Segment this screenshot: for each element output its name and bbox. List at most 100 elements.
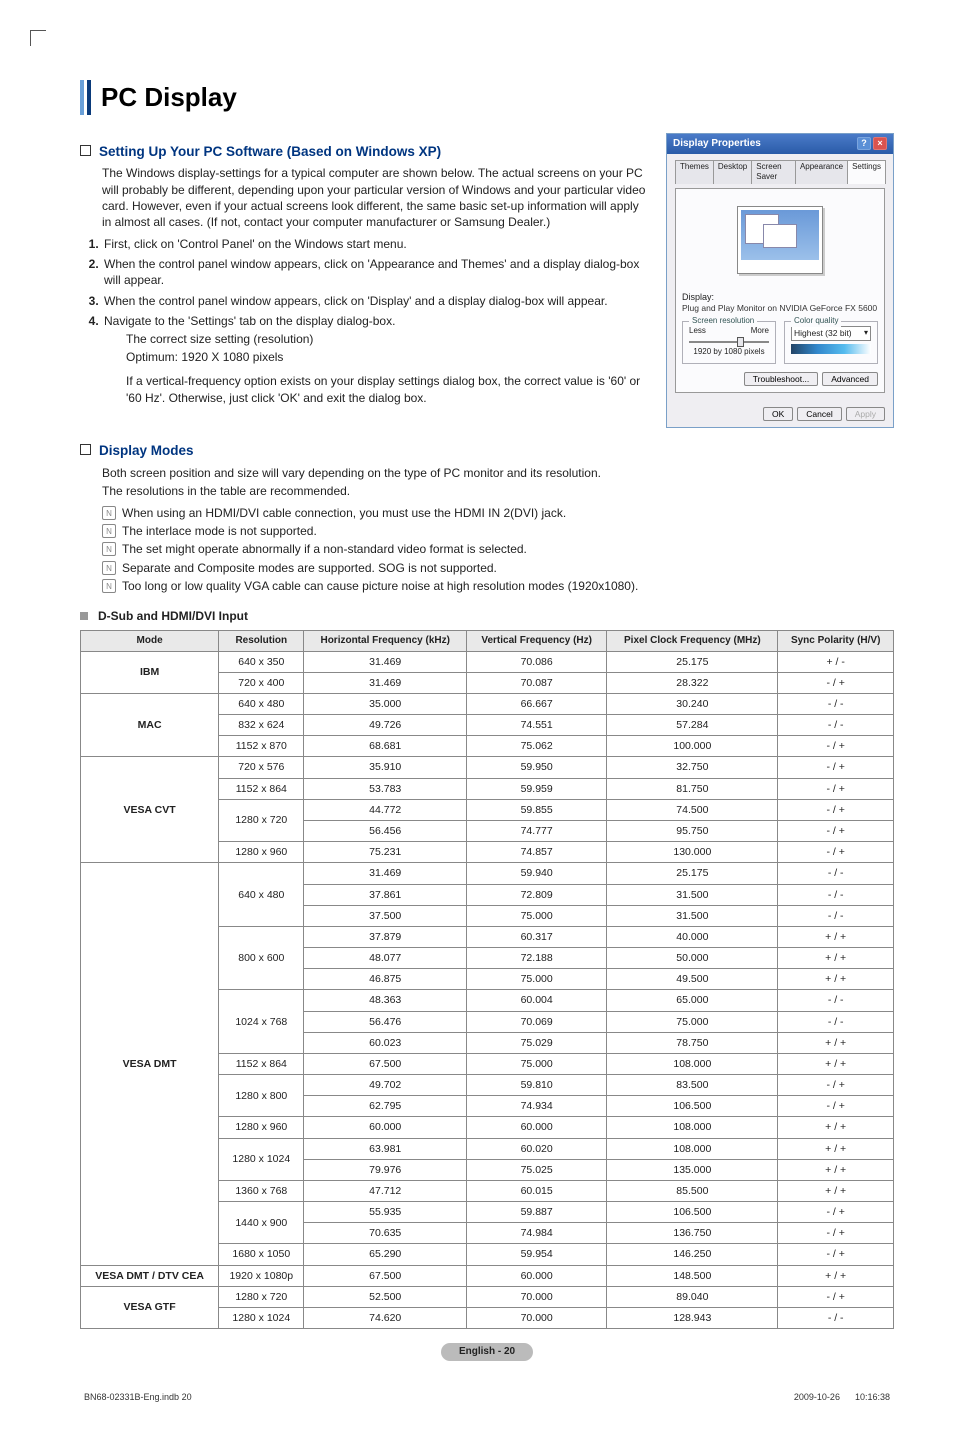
data-cell: 59.950: [466, 757, 606, 778]
data-cell: 60.317: [466, 926, 606, 947]
data-cell: 59.810: [466, 1075, 606, 1096]
table-header: Mode: [81, 631, 219, 652]
display-modes-table: ModeResolutionHorizontal Frequency (kHz)…: [80, 630, 894, 1329]
table-header: Sync Polarity (H/V): [778, 631, 894, 652]
data-cell: 59.959: [466, 778, 606, 799]
apply-button[interactable]: Apply: [846, 407, 885, 421]
data-cell: 59.954: [466, 1244, 606, 1265]
footer-left: BN68-02331B-Eng.indb 20: [84, 1391, 192, 1403]
data-cell: 95.750: [607, 820, 778, 841]
input-heading: D-Sub and HDMI/DVI Input: [98, 608, 248, 624]
data-cell: 49.726: [304, 715, 467, 736]
data-cell: 128.943: [607, 1307, 778, 1328]
step4-sub3: If a vertical-frequency option exists on…: [126, 373, 650, 405]
data-cell: 31.500: [607, 884, 778, 905]
table-row: VESA DMT / DTV CEA1920 x 1080p67.50060.0…: [81, 1265, 894, 1286]
data-cell: 75.000: [466, 905, 606, 926]
data-cell: - / -: [778, 1307, 894, 1328]
step4-sub2: Optimum: 1920 X 1080 pixels: [126, 349, 650, 365]
data-cell: 106.500: [607, 1202, 778, 1223]
help-icon[interactable]: ?: [857, 137, 871, 150]
data-cell: 31.469: [304, 672, 467, 693]
data-cell: - / +: [778, 1075, 894, 1096]
data-cell: 148.500: [607, 1265, 778, 1286]
data-cell: 31.469: [304, 863, 467, 884]
troubleshoot-button[interactable]: Troubleshoot...: [744, 372, 818, 386]
data-cell: 25.175: [607, 651, 778, 672]
data-cell: 74.500: [607, 799, 778, 820]
display-properties-dialog: Display Properties ? × Themes Desktop Sc…: [666, 133, 894, 428]
data-cell: 40.000: [607, 926, 778, 947]
sr-value: 1920 by 1080 pixels: [689, 347, 769, 358]
resolution-slider[interactable]: [689, 341, 769, 343]
data-cell: + / +: [778, 1159, 894, 1180]
data-cell: + / +: [778, 926, 894, 947]
color-quality-select[interactable]: Highest (32 bit) ▾: [791, 326, 871, 341]
data-cell: 60.000: [466, 1265, 606, 1286]
data-cell: 75.062: [466, 736, 606, 757]
resolution-cell: 640 x 480: [219, 693, 304, 714]
note-icon: N: [102, 579, 116, 593]
resolution-cell: 640 x 350: [219, 651, 304, 672]
resolution-cell: 800 x 600: [219, 926, 304, 990]
data-cell: - / +: [778, 1096, 894, 1117]
data-cell: 72.809: [466, 884, 606, 905]
resolution-cell: 1280 x 960: [219, 1117, 304, 1138]
ok-button[interactable]: OK: [763, 407, 793, 421]
tab-settings[interactable]: Settings: [847, 160, 886, 185]
data-cell: 60.015: [466, 1180, 606, 1201]
subsection-bullet-icon: [80, 612, 88, 620]
tab-appearance[interactable]: Appearance: [795, 160, 848, 185]
data-cell: 75.029: [466, 1032, 606, 1053]
data-cell: 70.069: [466, 1011, 606, 1032]
tab-screensaver[interactable]: Screen Saver: [751, 160, 796, 185]
setup-steps: First, click on 'Control Panel' on the W…: [84, 236, 650, 406]
data-cell: 59.940: [466, 863, 606, 884]
mode-cell: VESA CVT: [81, 757, 219, 863]
section-bullet-icon: [80, 444, 91, 455]
data-cell: 79.976: [304, 1159, 467, 1180]
data-cell: + / -: [778, 651, 894, 672]
close-icon[interactable]: ×: [873, 137, 887, 150]
data-cell: 44.772: [304, 799, 467, 820]
data-cell: 60.023: [304, 1032, 467, 1053]
data-cell: - / +: [778, 1286, 894, 1307]
data-cell: - / -: [778, 990, 894, 1011]
data-cell: 74.777: [466, 820, 606, 841]
data-cell: 35.910: [304, 757, 467, 778]
step-3: When the control panel window appears, c…: [104, 294, 608, 308]
data-cell: 37.861: [304, 884, 467, 905]
data-cell: - / -: [778, 863, 894, 884]
data-cell: 60.020: [466, 1138, 606, 1159]
tab-desktop[interactable]: Desktop: [713, 160, 752, 185]
data-cell: 63.981: [304, 1138, 467, 1159]
resolution-cell: 1280 x 720: [219, 1286, 304, 1307]
section1-intro: The Windows display-settings for a typic…: [102, 165, 650, 230]
note-icon: N: [102, 561, 116, 575]
data-cell: 46.875: [304, 969, 467, 990]
data-cell: 60.000: [304, 1117, 467, 1138]
resolution-cell: 1360 x 768: [219, 1180, 304, 1201]
tab-themes[interactable]: Themes: [675, 160, 714, 185]
advanced-button[interactable]: Advanced: [822, 372, 878, 386]
data-cell: - / +: [778, 1202, 894, 1223]
color-gradient-bar: [791, 344, 871, 354]
sr-more: More: [751, 326, 769, 337]
data-cell: - / +: [778, 1223, 894, 1244]
data-cell: 48.363: [304, 990, 467, 1011]
data-cell: + / +: [778, 1180, 894, 1201]
note-icon: N: [102, 524, 116, 538]
display-value: Plug and Play Monitor on NVIDIA GeForce …: [682, 303, 878, 314]
data-cell: 31.469: [304, 651, 467, 672]
data-cell: 75.000: [466, 969, 606, 990]
table-row: MAC640 x 48035.00066.66730.240- / -: [81, 693, 894, 714]
resolution-cell: 720 x 576: [219, 757, 304, 778]
data-cell: 31.500: [607, 905, 778, 926]
data-cell: 74.934: [466, 1096, 606, 1117]
data-cell: 67.500: [304, 1265, 467, 1286]
note-row: NSeparate and Composite modes are suppor…: [102, 560, 894, 576]
resolution-cell: 640 x 480: [219, 863, 304, 927]
cancel-button[interactable]: Cancel: [797, 407, 841, 421]
data-cell: 59.887: [466, 1202, 606, 1223]
data-cell: - / +: [778, 672, 894, 693]
